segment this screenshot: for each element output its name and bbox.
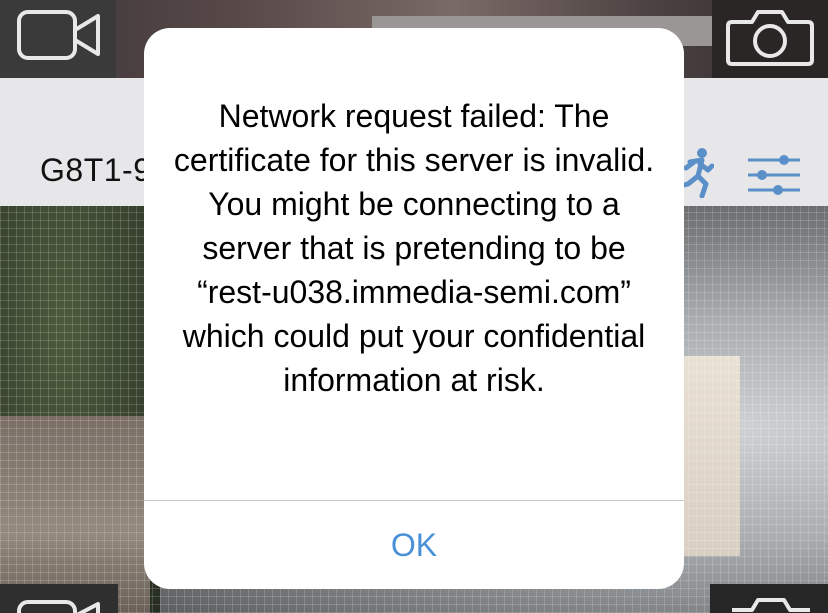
camera-icon[interactable]	[726, 6, 814, 68]
certificate-error-alert: Network request failed: The certificate …	[144, 28, 684, 589]
camera-icon[interactable]	[728, 596, 814, 613]
sliders-settings-icon[interactable]	[744, 152, 804, 198]
camera-name[interactable]: G8T1-9	[40, 152, 151, 189]
video-camera-icon[interactable]	[16, 4, 102, 66]
ok-button[interactable]: OK	[144, 501, 684, 589]
app-screen: G8T1-9 Network request failed: The certi…	[0, 0, 828, 613]
video-camera-icon[interactable]	[16, 596, 102, 613]
alert-message: Network request failed: The certificate …	[173, 98, 655, 398]
